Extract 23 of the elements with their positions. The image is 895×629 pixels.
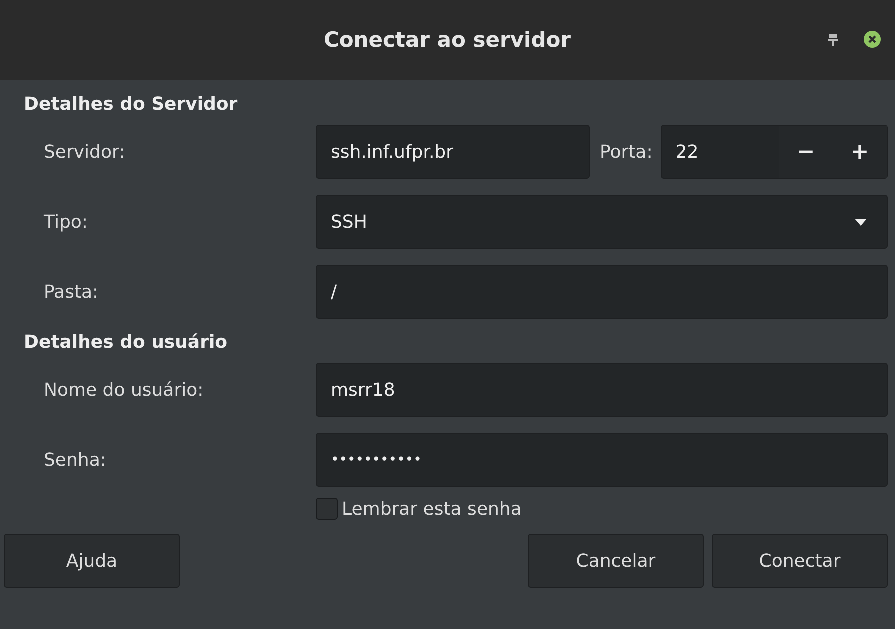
field-label: Tipo: bbox=[43, 212, 89, 232]
checkbox[interactable] bbox=[316, 498, 338, 520]
window-title: Conectar ao servidor bbox=[324, 28, 572, 52]
field-label: Servidor: bbox=[43, 142, 126, 162]
password-field[interactable]: ••••••••••• bbox=[316, 433, 888, 487]
dialog-button[interactable]: Conectar bbox=[712, 534, 888, 588]
type-dropdown[interactable]: SSH bbox=[316, 195, 888, 249]
server-field[interactable]: ssh.inf.ufpr.br bbox=[316, 125, 590, 179]
checkbox-label: Lembrar esta senha bbox=[342, 498, 522, 520]
section-title: Detalhes do usuário bbox=[24, 331, 228, 355]
port-label: Porta: bbox=[600, 142, 653, 162]
caret-icon bbox=[855, 218, 867, 226]
dialog-button[interactable]: Ajuda bbox=[4, 534, 180, 588]
section-title: Detalhes do Servidor bbox=[24, 93, 239, 117]
dropdown-value: SSH bbox=[331, 212, 368, 232]
dialog-button[interactable]: Cancelar bbox=[528, 534, 704, 588]
input-field[interactable]: / bbox=[316, 265, 888, 319]
pin-icon[interactable] bbox=[828, 34, 838, 46]
input-field[interactable]: msrr18 bbox=[316, 363, 888, 417]
field-label: Senha: bbox=[43, 450, 108, 470]
field-label: Nome do usuário: bbox=[43, 380, 205, 400]
field-label: Pasta: bbox=[43, 282, 100, 302]
close-icon[interactable] bbox=[864, 31, 881, 48]
